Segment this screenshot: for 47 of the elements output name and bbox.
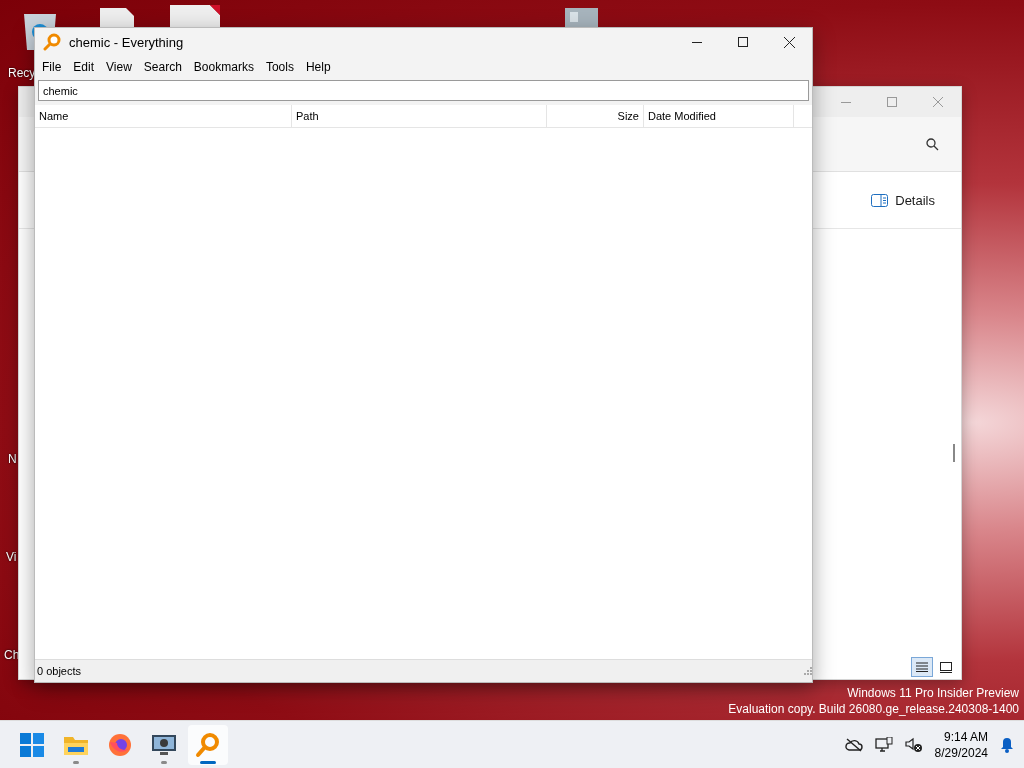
column-header[interactable]: Path — [296, 110, 319, 122]
close-icon — [783, 36, 795, 48]
maximize-icon — [738, 37, 748, 47]
list-icon — [916, 662, 928, 672]
clock[interactable]: 9:14 AM 8/29/2024 — [934, 728, 988, 761]
taskbar-app-button[interactable] — [188, 724, 228, 765]
windows-logo-icon — [20, 732, 44, 757]
status-text: 0 objects — [37, 665, 82, 677]
menu-item[interactable]: Help — [299, 58, 337, 76]
column-header[interactable]: Date Modified — [648, 110, 716, 122]
column-header[interactable]: Size — [617, 110, 639, 122]
cloud-off-icon[interactable] — [844, 737, 863, 752]
menu-item[interactable]: View — [100, 58, 138, 76]
resize-grip-icon[interactable] — [804, 667, 812, 675]
monitor-icon — [151, 732, 177, 757]
close-icon — [933, 97, 943, 107]
desktop-icon-label[interactable]: Vi — [6, 550, 17, 564]
minimize-icon — [692, 41, 702, 43]
clock-time: 9:14 AM — [943, 728, 988, 745]
watermark-text: Evaluation copy. Build 26080.ge_release.240308-1400 — [728, 701, 1019, 717]
menu-item[interactable]: Bookmarks — [187, 58, 260, 76]
network-icon[interactable] — [874, 736, 893, 753]
watermark-text: Windows 11 Pro Insider Preview — [847, 685, 1019, 701]
firefox-icon — [108, 732, 132, 757]
minimize-icon — [841, 101, 851, 103]
details-view-button[interactable] — [911, 657, 933, 677]
maximize-icon — [887, 97, 897, 107]
menu-item[interactable]: Search — [137, 58, 188, 76]
tile-icon — [940, 661, 952, 673]
desktop-icon-label[interactable]: N — [8, 452, 17, 466]
search-icon[interactable] — [926, 137, 939, 151]
menu-item[interactable]: File — [36, 58, 68, 76]
column-header[interactable]: Name — [39, 110, 69, 122]
bell-icon[interactable] — [1000, 736, 1014, 753]
search-field[interactable]: chemic — [38, 80, 809, 101]
file-icon[interactable] — [170, 5, 220, 27]
menu-item[interactable]: Tools — [259, 58, 300, 76]
clock-date: 8/29/2024 — [934, 744, 988, 761]
magnifier-icon — [43, 33, 61, 51]
details-pane-icon — [871, 193, 889, 207]
menu-item[interactable]: Edit — [67, 58, 101, 76]
scrollbar-thumb[interactable] — [953, 444, 955, 462]
desktop-icon-label[interactable]: Recy — [8, 66, 36, 80]
details-button[interactable]: Details — [867, 188, 939, 212]
magnifier-icon — [195, 731, 221, 758]
volume-muted-icon[interactable] — [904, 736, 923, 753]
window-title: chemic - Everything — [69, 34, 185, 50]
